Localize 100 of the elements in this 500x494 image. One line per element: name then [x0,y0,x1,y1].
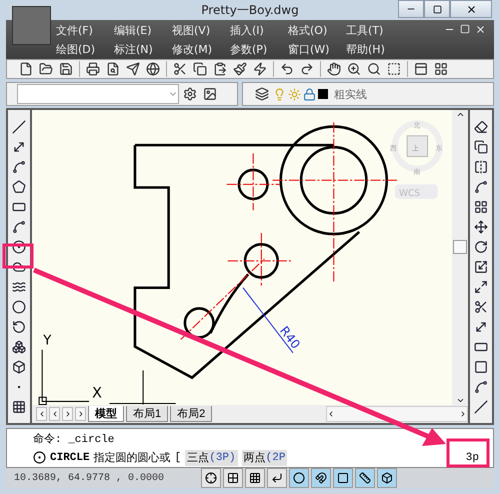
trim-icon [474,300,488,314]
eraser-icon [474,120,488,134]
menu-item[interactable]: 插入(I) [230,23,288,38]
rotate-icon [474,240,488,254]
arc-icon [12,220,26,234]
folder-icon [39,62,53,76]
paste-icon [213,62,227,76]
sun-icon [288,88,301,101]
menu-item[interactable]: 参数(P) [230,42,288,58]
ucs-icon [38,350,90,405]
layout-tab[interactable]: 模型 [88,406,124,422]
scroll-right-icon [459,410,467,418]
menu-item[interactable]: 文件(F) [56,23,114,38]
grid-toggle[interactable] [245,468,265,488]
globe-button[interactable] [144,60,162,78]
image-icon [203,87,217,102]
command-option[interactable]: 三点(3P) [185,450,238,466]
axis-label: X [92,386,102,402]
maximize-button[interactable] [424,0,450,18]
array-icon [474,200,488,214]
horizontal-scrollbar[interactable] [326,406,468,422]
layers-icon [255,87,269,102]
lock-icon [303,88,316,101]
pentagon-button[interactable] [10,178,28,196]
tab-nav-button[interactable] [36,407,47,421]
layer-name: 粗实线 [334,86,367,102]
pentagon-icon [12,180,26,194]
brush-icon [233,62,247,76]
polyline-button[interactable] [10,158,28,176]
printer-icon [86,62,100,76]
scale-button[interactable] [472,258,490,276]
tab-nav-button[interactable] [62,407,73,421]
window-title: Pretty一Boy.dwg [201,2,299,19]
globe-icon [146,62,160,76]
search-icon [367,62,381,76]
tab-nav-button[interactable] [49,407,60,421]
copy-icon [193,62,207,76]
scale-icon [474,260,488,274]
ellipse-arc-button[interactable] [10,318,28,336]
hand-button[interactable] [325,60,343,78]
vertical-scrollbar[interactable] [452,110,468,405]
coordinates: 10.3689, 64.9778 , 0.0000 [14,472,166,484]
close-button[interactable] [450,0,492,18]
mirror-button[interactable] [472,158,490,176]
command-option[interactable]: 两点(2P [242,450,288,466]
command-name: CIRCLE [50,452,90,464]
tab-nav-button[interactable] [75,407,86,421]
command-prompt: 指定圆的圆心或 [94,450,171,465]
typed-text: 3p [466,452,479,464]
menu-item[interactable]: 修改(M) [172,42,230,58]
insert-block-button[interactable] [10,358,28,376]
menu-item[interactable]: 窗口(W) [288,42,346,58]
new-file-icon [19,62,33,76]
printer-button[interactable] [84,60,102,78]
menu-item[interactable]: 标注(N) [114,42,172,58]
menu-item[interactable]: 绘图(D) [56,42,114,58]
app-icon[interactable] [12,6,51,45]
grid-icon [249,472,261,484]
brush-button[interactable] [231,60,249,78]
rotate-button[interactable] [472,238,490,256]
circle-button[interactable] [10,238,28,256]
layers-button[interactable] [253,85,271,104]
scroll-thumb[interactable] [453,240,467,254]
move-button[interactable] [472,218,490,236]
hand-icon [327,62,341,76]
settings-icon [183,87,197,102]
arc-button[interactable] [10,218,28,236]
menu-item[interactable]: 帮助(H) [346,42,404,58]
hatch-button[interactable] [10,398,28,416]
layout-tab[interactable]: 布局2 [170,406,212,422]
undo-icon [280,62,294,76]
array-button[interactable] [472,198,490,216]
close-icon [466,4,476,14]
layout-tab[interactable]: 布局1 [126,406,168,422]
stretch-button[interactable] [472,278,490,296]
grid-icon [434,62,448,76]
block-button[interactable] [10,338,28,356]
circle-icon [33,451,46,464]
restore-icon[interactable] [460,24,470,34]
menu-item[interactable]: 工具(T) [346,23,404,38]
command-history: 命令: _circle [33,432,114,446]
highlight-frame [446,438,490,468]
menu-item[interactable]: 格式(O) [288,23,346,38]
scroll-left-icon [327,410,335,418]
menu-item[interactable]: 编辑(E) [114,23,172,38]
copy-button[interactable] [191,60,209,78]
lightning-button[interactable] [251,60,269,78]
close-icon[interactable] [475,24,486,36]
scroll-down-icon [456,396,464,405]
snap-toggle[interactable] [201,468,221,488]
settings-button[interactable] [181,85,199,104]
copy-button[interactable] [472,138,490,156]
preview-icon [106,62,120,76]
spline-icon [12,280,26,294]
menu-item[interactable]: 视图(V) [172,23,230,38]
mirror-icon [474,160,488,174]
eraser-button[interactable] [472,118,490,136]
osnap-toggle[interactable] [311,468,331,488]
insert-block-icon [12,360,26,374]
line-button[interactable] [10,118,28,136]
